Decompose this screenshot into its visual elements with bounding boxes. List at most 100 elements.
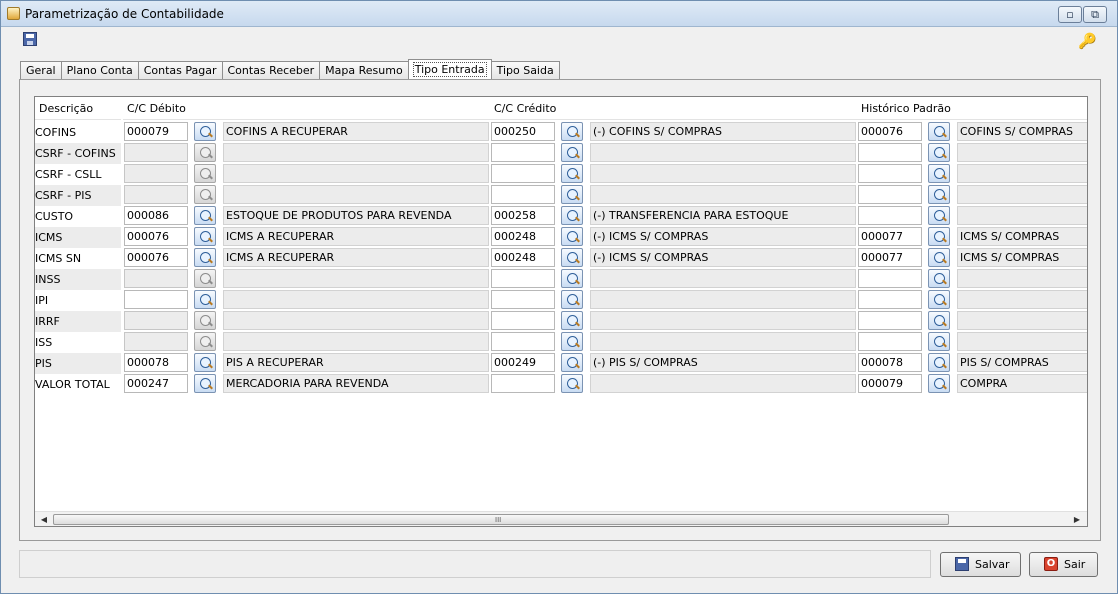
history-lookup-magnifier-icon[interactable] — [928, 269, 950, 288]
debit-lookup-magnifier-icon[interactable] — [194, 122, 216, 141]
credit-lookup-magnifier-icon[interactable] — [561, 164, 583, 183]
tab-contas-receber[interactable]: Contas Receber — [221, 61, 321, 80]
debit-lookup-magnifier-icon[interactable] — [194, 143, 216, 162]
horizontal-scrollbar[interactable]: ◀ III ▶ — [35, 511, 1087, 526]
credit-code-field[interactable]: 000250 — [491, 122, 555, 141]
history-code-field[interactable] — [858, 143, 922, 162]
window-title: Parametrização de Contabilidade — [25, 7, 224, 21]
history-lookup-magnifier-icon[interactable] — [928, 164, 950, 183]
credit-lookup-magnifier-icon[interactable] — [561, 290, 583, 309]
debit-code-field[interactable] — [124, 332, 188, 351]
debit-code-field[interactable] — [124, 164, 188, 183]
exit-button[interactable]: O Sair — [1029, 552, 1098, 577]
history-lookup-magnifier-icon[interactable] — [928, 353, 950, 372]
credit-code-field[interactable] — [491, 311, 555, 330]
history-code-field[interactable] — [858, 164, 922, 183]
history-lookup-magnifier-icon[interactable] — [928, 206, 950, 225]
debit-lookup-magnifier-icon[interactable] — [194, 290, 216, 309]
credit-code-field[interactable] — [491, 332, 555, 351]
credit-code-field[interactable] — [491, 143, 555, 162]
history-lookup-magnifier-icon[interactable] — [928, 311, 950, 330]
debit-lookup-magnifier-icon[interactable] — [194, 353, 216, 372]
scroll-right-arrow-icon[interactable]: ▶ — [1071, 513, 1083, 526]
tab-contas-pagar[interactable]: Contas Pagar — [137, 61, 223, 80]
debit-lookup-magnifier-icon[interactable] — [194, 185, 216, 204]
debit-lookup-magnifier-icon[interactable] — [194, 227, 216, 246]
history-code-field[interactable] — [858, 290, 922, 309]
debit-lookup-magnifier-icon[interactable] — [194, 374, 216, 393]
history-code-field[interactable] — [858, 311, 922, 330]
credit-lookup-magnifier-icon[interactable] — [561, 248, 583, 267]
debit-lookup-magnifier-icon[interactable] — [194, 269, 216, 288]
debit-code-field[interactable]: 000086 — [124, 206, 188, 225]
history-lookup-magnifier-icon[interactable] — [928, 248, 950, 267]
debit-code-field[interactable] — [124, 311, 188, 330]
credit-lookup-magnifier-icon[interactable] — [561, 353, 583, 372]
debit-code-field[interactable]: 000247 — [124, 374, 188, 393]
credit-lookup-magnifier-icon[interactable] — [561, 332, 583, 351]
debit-lookup-magnifier-icon[interactable] — [194, 248, 216, 267]
tab-geral[interactable]: Geral — [20, 61, 62, 80]
key-icon[interactable]: 🔑 — [1078, 33, 1097, 49]
history-code-field[interactable] — [858, 269, 922, 288]
history-code-field[interactable]: 000077 — [858, 248, 922, 267]
credit-lookup-magnifier-icon[interactable] — [561, 185, 583, 204]
history-lookup-magnifier-icon[interactable] — [928, 185, 950, 204]
history-lookup-magnifier-icon[interactable] — [928, 290, 950, 309]
debit-code-field[interactable]: 000076 — [124, 248, 188, 267]
credit-lookup-magnifier-icon[interactable] — [561, 269, 583, 288]
scroll-left-arrow-icon[interactable]: ◀ — [38, 513, 50, 526]
credit-lookup-magnifier-icon[interactable] — [561, 227, 583, 246]
credit-lookup-magnifier-icon[interactable] — [561, 122, 583, 141]
history-code-field[interactable] — [858, 332, 922, 351]
history-lookup-magnifier-icon[interactable] — [928, 143, 950, 162]
credit-code-field[interactable] — [491, 290, 555, 309]
credit-code-field[interactable] — [491, 185, 555, 204]
debit-code-field[interactable]: 000078 — [124, 353, 188, 372]
credit-lookup-magnifier-icon[interactable] — [561, 143, 583, 162]
tab-plano-conta[interactable]: Plano Conta — [60, 61, 139, 80]
tab-mapa-resumo[interactable]: Mapa Resumo — [319, 61, 409, 80]
debit-code-field[interactable] — [124, 143, 188, 162]
history-code-field[interactable]: 000079 — [858, 374, 922, 393]
history-code-field[interactable]: 000076 — [858, 122, 922, 141]
debit-lookup-magnifier-icon[interactable] — [194, 332, 216, 351]
debit-lookup-magnifier-icon[interactable] — [194, 311, 216, 330]
credit-code-field[interactable] — [491, 374, 555, 393]
row-label: IRRF — [35, 311, 121, 332]
history-lookup-magnifier-icon[interactable] — [928, 332, 950, 351]
history-code-field[interactable] — [858, 185, 922, 204]
title-bar[interactable]: Parametrização de Contabilidade ▫ ⧉ — [1, 1, 1117, 27]
history-lookup-magnifier-icon[interactable] — [928, 374, 950, 393]
credit-code-field[interactable]: 000249 — [491, 353, 555, 372]
debit-code-field[interactable] — [124, 269, 188, 288]
debit-code-field[interactable]: 000079 — [124, 122, 188, 141]
credit-code-field[interactable]: 000248 — [491, 248, 555, 267]
credit-code-field[interactable]: 000258 — [491, 206, 555, 225]
maximize-button[interactable]: ⧉ — [1083, 6, 1107, 23]
debit-code-field[interactable] — [124, 185, 188, 204]
save-icon[interactable] — [23, 32, 37, 46]
history-code-field[interactable]: 000077 — [858, 227, 922, 246]
credit-code-field[interactable] — [491, 164, 555, 183]
history-lookup-magnifier-icon[interactable] — [928, 122, 950, 141]
credit-code-field[interactable] — [491, 269, 555, 288]
debit-description: ICMS A RECUPERAR — [223, 227, 489, 246]
debit-code-field[interactable] — [124, 290, 188, 309]
history-code-field[interactable]: 000078 — [858, 353, 922, 372]
tab-tipo-entrada[interactable]: Tipo Entrada — [407, 59, 492, 80]
history-code-field[interactable] — [858, 206, 922, 225]
history-lookup-magnifier-icon[interactable] — [928, 227, 950, 246]
header-debito: C/C Débito — [123, 97, 490, 120]
credit-code-field[interactable]: 000248 — [491, 227, 555, 246]
tab-tipo-saida[interactable]: Tipo Saida — [490, 61, 560, 80]
scroll-thumb[interactable]: III — [53, 514, 949, 525]
credit-lookup-magnifier-icon[interactable] — [561, 206, 583, 225]
credit-lookup-magnifier-icon[interactable] — [561, 311, 583, 330]
debit-lookup-magnifier-icon[interactable] — [194, 164, 216, 183]
credit-lookup-magnifier-icon[interactable] — [561, 374, 583, 393]
save-button[interactable]: Salvar — [940, 552, 1021, 577]
debit-code-field[interactable]: 000076 — [124, 227, 188, 246]
minimize-button[interactable]: ▫ — [1058, 6, 1082, 23]
debit-lookup-magnifier-icon[interactable] — [194, 206, 216, 225]
